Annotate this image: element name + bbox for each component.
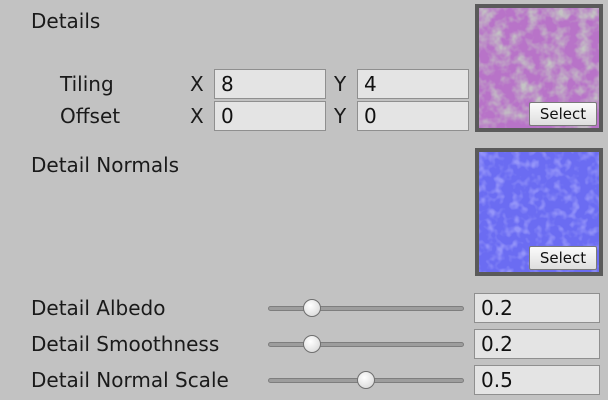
detail-albedo-texture-slot[interactable]: Select: [475, 4, 603, 132]
tiling-x-field[interactable]: 8: [214, 69, 326, 99]
details-heading: Details: [31, 9, 101, 33]
slider-track-1[interactable]: [268, 342, 464, 347]
offset-y-field[interactable]: 0: [357, 101, 469, 131]
tiling-y-label[interactable]: Y: [334, 72, 346, 96]
detail-normal-texture-slot[interactable]: Select: [475, 148, 603, 276]
detail-normals-heading: Detail Normals: [31, 153, 180, 177]
slider-thumb-0[interactable]: [303, 299, 321, 317]
slider-label-1: Detail Smoothness: [31, 332, 220, 356]
slider-label-0: Detail Albedo: [31, 296, 166, 320]
slider-track-0[interactable]: [268, 306, 464, 311]
offset-x-field[interactable]: 0: [214, 101, 326, 131]
slider-value-field-1[interactable]: 0.2: [474, 329, 600, 359]
offset-y-label[interactable]: Y: [334, 104, 346, 128]
tiling-y-field[interactable]: 4: [357, 69, 469, 99]
tiling-x-label[interactable]: X: [190, 72, 204, 96]
slider-value-field-2[interactable]: 0.5: [474, 365, 600, 395]
offset-label: Offset: [60, 104, 121, 128]
detail-albedo-select-button[interactable]: Select: [529, 102, 597, 126]
detail-normal-select-button[interactable]: Select: [529, 246, 597, 270]
slider-label-2: Detail Normal Scale: [31, 368, 229, 392]
slider-value-field-0[interactable]: 0.2: [474, 293, 600, 323]
slider-thumb-1[interactable]: [303, 335, 321, 353]
tiling-label: Tiling: [60, 72, 114, 96]
slider-thumb-2[interactable]: [357, 371, 375, 389]
offset-x-label[interactable]: X: [190, 104, 204, 128]
